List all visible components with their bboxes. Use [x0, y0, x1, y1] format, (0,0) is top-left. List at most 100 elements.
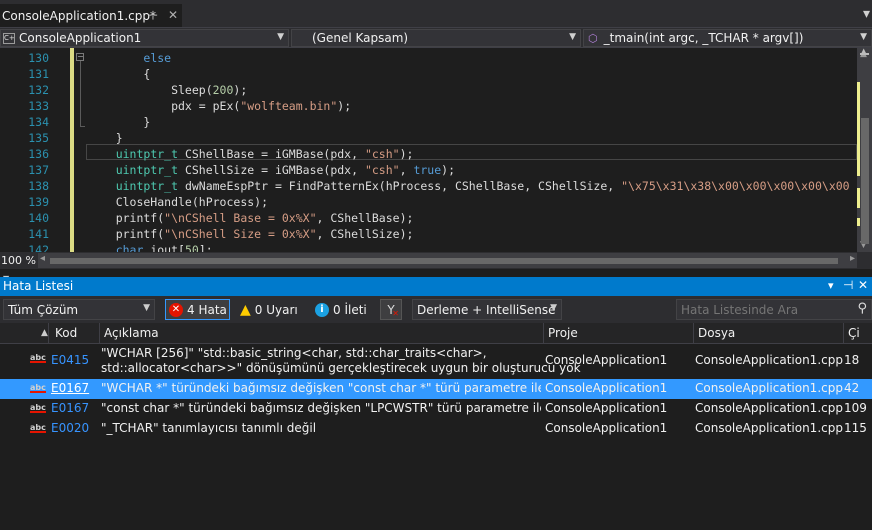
- window-menu-icon[interactable]: ▾: [828, 279, 834, 292]
- chevron-down-icon: ▼: [569, 32, 576, 42]
- document-tab-bar: ConsoleApplication1.cpp* ⊹ ✕ ▾: [0, 0, 872, 27]
- code-line[interactable]: uintptr_t CShellSize = iGMBase(pdx, "csh…: [88, 162, 455, 178]
- build-filter-value: Derleme + IntelliSense: [417, 302, 556, 317]
- error-icon: ✕: [169, 302, 183, 317]
- error-line: 18: [844, 353, 860, 367]
- code-line[interactable]: CloseHandle(hProcess);: [88, 194, 268, 210]
- warnings-count: 0 Uyarı: [254, 302, 298, 317]
- overview-change-marker: [857, 218, 860, 226]
- error-file: ConsoleApplication1.cpp: [695, 353, 843, 367]
- scope-dropdown[interactable]: (Genel Kapsam) ▼: [291, 29, 581, 47]
- error-code[interactable]: E0415: [51, 353, 89, 367]
- messages-filter-button[interactable]: i 0 İleti: [313, 299, 373, 320]
- scroll-right-icon[interactable]: ▸: [850, 253, 855, 264]
- error-description: "const char *" türündeki bağımsız değişk…: [101, 401, 541, 415]
- filter-toggle-button[interactable]: Y ✕: [380, 299, 402, 320]
- column-divider[interactable]: [843, 323, 844, 344]
- table-row[interactable]: abc E0415 "WCHAR [256]" "std::basic_stri…: [0, 345, 872, 379]
- column-header-code[interactable]: Kod: [55, 326, 77, 340]
- code-line[interactable]: printf("\nCShell Size = 0x%X", CShellSiz…: [88, 226, 414, 242]
- vertical-scroll-thumb[interactable]: [861, 118, 869, 244]
- code-line[interactable]: }: [88, 130, 123, 146]
- chevron-down-icon: ▼: [860, 32, 867, 42]
- error-project: ConsoleApplication1: [545, 421, 668, 435]
- scope-filter-value: Tüm Çözüm: [8, 302, 79, 317]
- error-description: "WCHAR [256]" "std::basic_string<char, s…: [101, 346, 487, 360]
- error-list-title: Hata Listesi: [3, 279, 74, 293]
- error-code[interactable]: E0167: [51, 401, 89, 415]
- chevron-down-icon: ▼: [143, 303, 150, 313]
- column-header-file[interactable]: Dosya: [698, 326, 735, 340]
- errors-filter-button[interactable]: ✕ 4 Hata: [165, 299, 230, 320]
- tab-overflow-icon[interactable]: ▾: [863, 6, 870, 22]
- code-line[interactable]: }: [88, 114, 150, 130]
- code-editor[interactable]: − 130 131 132 133 134 135 136 137 138 13…: [0, 48, 872, 252]
- zoom-level[interactable]: 100 % ▼: [0, 252, 39, 283]
- member-dropdown[interactable]: ⬡ _tmain(int argc, _TCHAR * argv[]) ▼: [583, 29, 872, 47]
- member-name: _tmain(int argc, _TCHAR * argv[]): [603, 31, 804, 45]
- error-description: "WCHAR *" türündeki bağımsız değişken "c…: [101, 381, 541, 395]
- search-icon[interactable]: ⚲: [857, 301, 867, 316]
- line-number: 133: [28, 99, 49, 113]
- error-code[interactable]: E0167: [51, 381, 89, 395]
- code-line[interactable]: uintptr_t dwNameEspPtr = FindPatternEx(h…: [88, 178, 850, 194]
- column-header-description[interactable]: Açıklama: [104, 326, 159, 340]
- fold-guide-end: [80, 126, 85, 127]
- project-name: ConsoleApplication1: [19, 31, 142, 45]
- error-line: 109: [844, 401, 867, 415]
- line-number: 137: [28, 163, 49, 177]
- code-line[interactable]: char iout[50];: [88, 242, 213, 252]
- code-line[interactable]: else: [88, 50, 171, 66]
- column-header-line[interactable]: Çi: [848, 326, 860, 340]
- close-icon[interactable]: ✕: [858, 278, 868, 292]
- error-project: ConsoleApplication1: [545, 381, 668, 395]
- error-list-toolbar: Tüm Çözüm ▼ ✕ 4 Hata ▲ 0 Uyarı i 0 İleti…: [0, 296, 872, 323]
- close-tab-icon[interactable]: ✕: [168, 8, 178, 22]
- errors-count: 4 Hata: [187, 302, 227, 317]
- error-code[interactable]: E0020: [51, 421, 89, 435]
- pin-icon[interactable]: ⊹: [148, 8, 158, 22]
- error-line: 42: [844, 381, 860, 395]
- code-line[interactable]: uintptr_t CShellBase = iGMBase(pdx, "csh…: [88, 146, 414, 162]
- horizontal-scroll-thumb[interactable]: [50, 258, 838, 264]
- column-header-project[interactable]: Proje: [548, 326, 578, 340]
- code-line[interactable]: Sleep(200);: [88, 82, 247, 98]
- warning-icon: ▲: [240, 301, 251, 318]
- intellisense-error-icon: abc: [30, 423, 46, 433]
- error-project: ConsoleApplication1: [545, 353, 668, 367]
- build-filter-dropdown[interactable]: Derleme + IntelliSense ▼: [412, 299, 562, 320]
- document-tab[interactable]: ConsoleApplication1.cpp* ⊹ ✕: [0, 4, 182, 27]
- collapse-icon[interactable]: −: [76, 53, 84, 61]
- column-divider[interactable]: [48, 323, 49, 344]
- line-number: 130: [28, 51, 49, 65]
- error-description: "_TCHAR" tanımlayıcısı tanımlı değil: [101, 421, 317, 435]
- error-list-titlebar: Hata Listesi ▾ ⊣ ✕: [0, 277, 872, 296]
- code-line[interactable]: printf("\nCShell Base = 0x%X", CShellBas…: [88, 210, 414, 226]
- column-divider[interactable]: [543, 323, 544, 344]
- navigation-bar: C+ ConsoleApplication1 ▼ (Genel Kapsam) …: [0, 27, 872, 48]
- tab-title: ConsoleApplication1.cpp*: [2, 8, 156, 23]
- error-list-search[interactable]: ⚲: [676, 299, 872, 320]
- table-row[interactable]: abc E0020 "_TCHAR" tanımlayıcısı tanımlı…: [0, 419, 872, 439]
- warnings-filter-button[interactable]: ▲ 0 Uyarı: [238, 299, 302, 320]
- error-file: ConsoleApplication1.cpp: [695, 421, 843, 435]
- overview-change-marker: [857, 188, 860, 208]
- error-file: ConsoleApplication1.cpp: [695, 381, 843, 395]
- code-line[interactable]: pdx = pEx("wolfteam.bin");: [88, 98, 351, 114]
- column-divider[interactable]: [99, 323, 100, 344]
- table-row[interactable]: abc E0167 "const char *" türündeki bağım…: [0, 399, 872, 419]
- error-description-cont: std::allocator<char>>" dönüşümünü gerçek…: [101, 361, 581, 375]
- project-dropdown[interactable]: C+ ConsoleApplication1 ▼: [0, 29, 289, 47]
- split-icon[interactable]: ▲: [859, 48, 870, 59]
- error-file: ConsoleApplication1.cpp: [695, 401, 843, 415]
- change-tracking-bar: [70, 48, 74, 252]
- search-input[interactable]: [679, 301, 843, 318]
- pin-icon[interactable]: ⊣: [843, 278, 853, 292]
- scope-filter-dropdown[interactable]: Tüm Çözüm ▼: [3, 299, 155, 320]
- sort-icon: ▲: [41, 328, 48, 338]
- line-number: 139: [28, 195, 49, 209]
- scroll-left-icon[interactable]: ◂: [40, 253, 45, 264]
- column-divider[interactable]: [693, 323, 694, 344]
- code-line[interactable]: {: [88, 66, 150, 82]
- table-row-selected[interactable]: abc E0167 "WCHAR *" türündeki bağımsız d…: [0, 379, 872, 399]
